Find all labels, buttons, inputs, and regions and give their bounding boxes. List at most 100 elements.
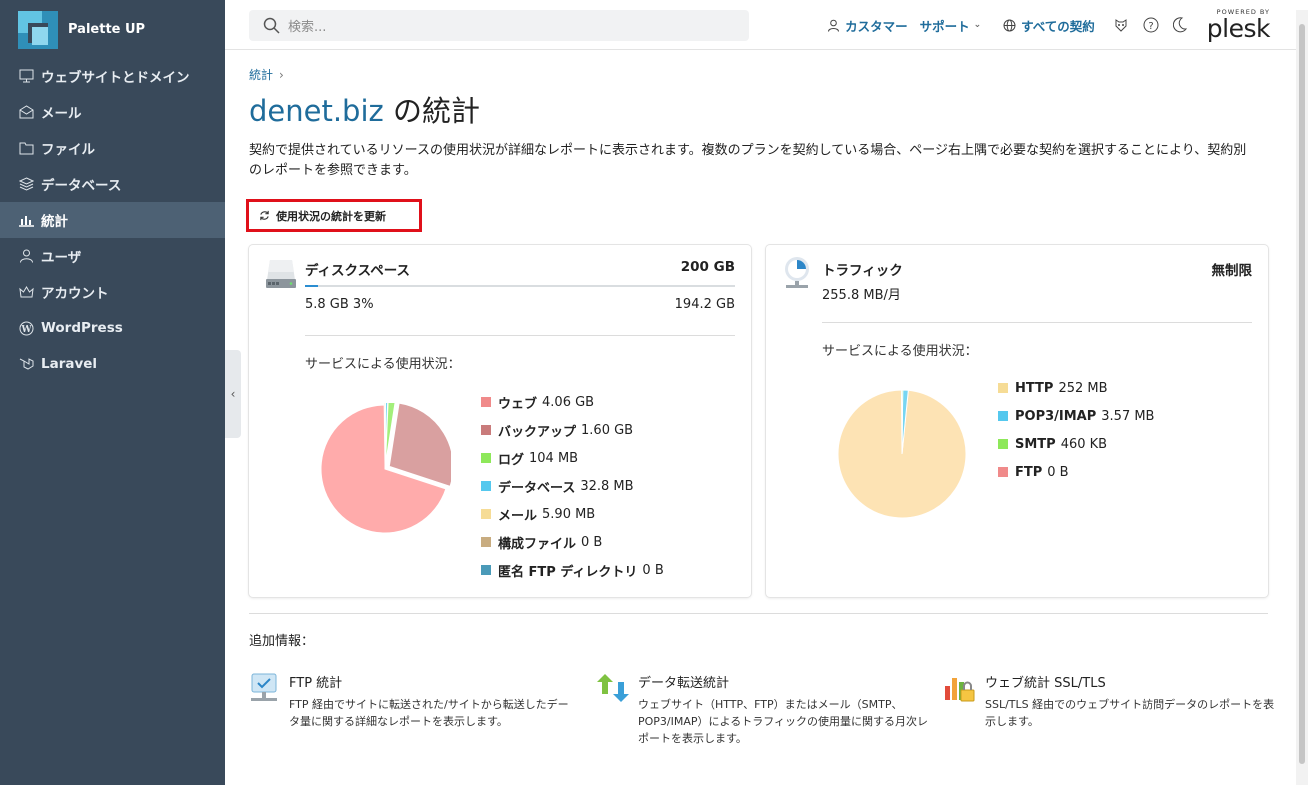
web-stats-ssl-desc: SSL/TLS 経由でのウェブサイト訪問データのレポートを表示します。 [985,698,1275,728]
legend-value: 1.60 GB [581,422,634,438]
plesk-logo: POWERED BY plesk [1207,9,1271,41]
data-transfer-stats-desc: ウェブサイト（HTTP、FTP）またはメール（SMTP、POP3/IMAP）によ… [638,698,928,745]
disk-usage-pie-chart [320,403,451,534]
legend-swatch [998,383,1008,393]
refresh-stats-label: 使用状況の統計を更新 [276,209,386,223]
legend-name: SMTP [1015,436,1056,452]
sidebar-item-5[interactable]: ユーザ [0,238,225,274]
mail-icon [17,103,35,121]
sidebar-item-label: ウェブサイトとドメイン [41,70,190,86]
data-transfer-stats-item[interactable]: データ転送統計 ウェブサイト（HTTP、FTP）またはメール（SMTP、POP3… [596,672,928,747]
folder-icon [17,139,35,157]
legend-value: 32.8 MB [580,478,634,494]
legend-name: POP3/IMAP [1015,408,1097,424]
legend-value: 3.57 MB [1101,408,1155,424]
legend-value: 104 MB [529,450,579,466]
divider [822,322,1252,323]
sidebar-item-label: Laravel [41,356,98,372]
hard-drive-icon [266,260,296,288]
legend-name: 匿名 FTP ディレクトリ [498,564,638,580]
page-title-domain[interactable]: denet.biz [249,94,384,128]
sidebar: Palette UP ウェブサイトとドメイン メールファイルデータベース統計ユーザ… [0,0,225,785]
traffic-clock-icon [785,257,809,288]
ftp-stats-title[interactable]: FTP 統計 [289,672,579,691]
sidebar-item-3[interactable]: データベース [0,166,225,202]
traffic-usage-pie-chart [837,389,967,519]
sidebar-item-4[interactable]: 統計 [0,202,225,238]
help-icon[interactable]: ? [1143,17,1159,33]
data-transfer-stats-title[interactable]: データ転送統計 [638,672,928,691]
legend-swatch [481,425,491,435]
sidebar-item-0[interactable]: ウェブサイトとドメイン [0,58,225,94]
legend-value: 0 B [642,562,664,578]
sidebar-item-label: WordPress [41,320,123,336]
dark-mode-icon[interactable] [1172,17,1187,33]
legend-swatch [481,481,491,491]
pie-slice-2 [900,389,904,455]
disk-legend-item: 匿名 FTP ディレクトリ 0 B [481,556,664,584]
sidebar-item-label: 統計 [41,214,68,230]
customer-link[interactable]: カスタマー [827,16,908,35]
legend-swatch [998,411,1008,421]
legend-swatch [998,467,1008,477]
traffic-pie-title: サービスによる使用状況： [822,344,978,359]
disk-legend-item: メール 5.90 MB [481,500,664,528]
legend-name: ウェブ [498,396,538,412]
disk-legend: ウェブ 4.06 GB バックアップ 1.60 GB ログ 104 MB データベース 32.… [481,388,664,584]
disk-legend-item: バックアップ 1.60 GB [481,416,664,444]
chevron-down-icon: ⌄ [973,20,982,30]
legend-name: バックアップ [498,424,577,440]
legend-swatch [998,439,1008,449]
brand[interactable]: Palette UP [0,0,225,58]
breadcrumb: 統計 › [249,66,1269,83]
page-description: 契約で提供されているリソースの使用状況が詳細なレポートに表示されます。複数のプラ… [249,143,1247,178]
traffic-usage: 255.8 MB/月 [822,288,901,303]
page-title-suffix: の統計 [392,94,480,128]
disk-free: 194.2 GB [674,297,735,312]
legend-value: 252 MB [1058,380,1108,396]
brand-logo-icon [18,9,58,49]
breadcrumb-stats-link[interactable]: 統計 [249,68,273,82]
sidebar-item-7[interactable]: W WordPress [0,310,225,346]
crown-icon [17,283,35,301]
sidebar-item-8[interactable]: Laravel [0,346,225,382]
support-menu[interactable]: サポート ⌄ [920,16,982,35]
legend-swatch [481,397,491,407]
legend-swatch [481,537,491,547]
globe-icon [1003,19,1016,31]
legend-value: 5.90 MB [542,506,596,522]
wordpress-icon: W [17,319,35,337]
web-stats-ssl-icon [945,678,975,702]
sidebar-item-6[interactable]: アカウント [0,274,225,310]
search-input[interactable]: 検索... [249,10,749,41]
subscriptions-menu[interactable]: すべての契約 [1003,16,1095,35]
sidebar-item-2[interactable]: ファイル [0,130,225,166]
page-scrollbar[interactable] [1296,10,1308,785]
extensions-icon[interactable] [1113,17,1129,33]
web-stats-ssl-title[interactable]: ウェブ統計 SSL/TLS [985,672,1275,691]
sidebar-collapse-button[interactable]: ‹ [225,350,241,438]
refresh-stats-button[interactable]: 使用状況の統計を更新 [246,199,422,232]
sidebar-item-1[interactable]: メール [0,94,225,130]
user-icon [17,247,35,265]
sidebar-item-label: メール [41,106,82,122]
legend-name: FTP [1015,464,1043,480]
page-title: denet.biz の統計 [249,93,1269,129]
traffic-legend-item: FTP 0 B [998,458,1154,486]
traffic-legend: HTTP 252 MB POP3/IMAP 3.57 MB SMTP 460 KB FTP 0… [998,374,1154,486]
disk-usage-bar [305,285,735,287]
data-transfer-icon [597,674,629,702]
disk-space-card: ディスクスペース 200 GB 5.8 GB 3% 194.2 GB サービスに… [249,245,751,597]
sidebar-item-label: ファイル [41,142,95,158]
ftp-stats-item[interactable]: FTP 統計 FTP 経由でサイトに転送された/サイトから転送したデータ量に関す… [249,672,579,730]
legend-name: HTTP [1015,380,1054,396]
subscriptions-label: すべての契約 [1021,18,1095,34]
web-stats-ssl-item[interactable]: ウェブ統計 SSL/TLS SSL/TLS 経由でのウェブサイト訪問データのレポ… [943,672,1275,730]
sidebar-item-label: アカウント [41,286,109,302]
brand-name: Palette UP [68,21,146,37]
disk-total: 200 GB [680,259,735,275]
svg-text:W: W [20,325,32,335]
disk-title: ディスクスペース [305,263,411,279]
database-icon [17,175,35,193]
support-label: サポート [919,18,970,34]
